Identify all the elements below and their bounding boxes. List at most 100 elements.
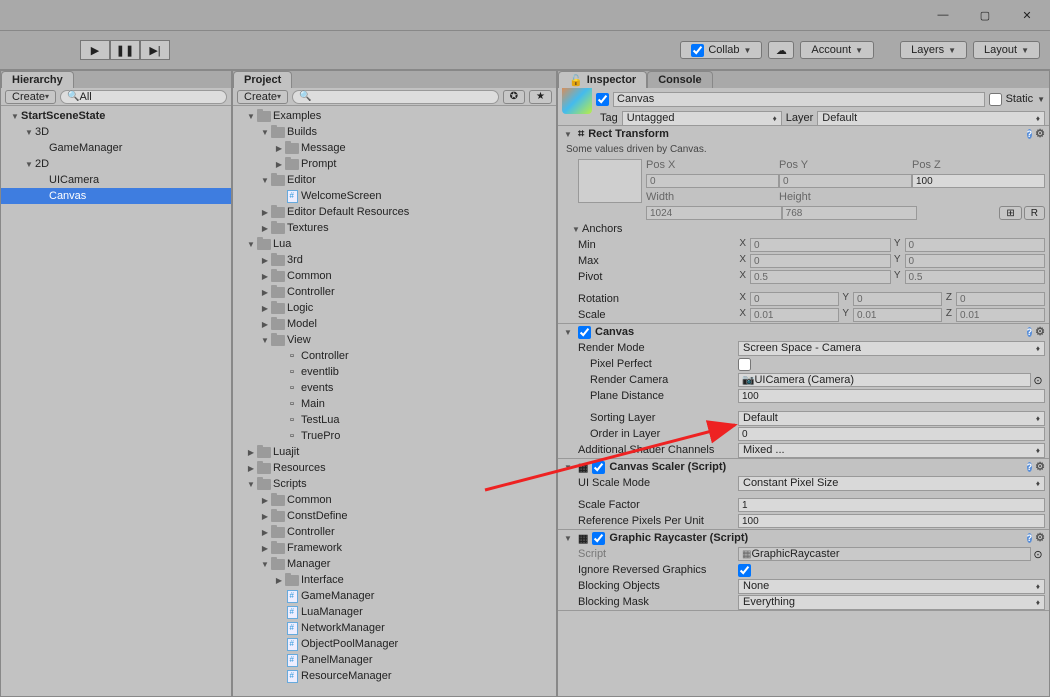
tree-item[interactable]: GameManager bbox=[1, 140, 231, 156]
raycaster-enabled-check[interactable] bbox=[592, 532, 605, 545]
tree-item[interactable]: ▼Editor bbox=[233, 172, 556, 188]
gameobject-active-check[interactable] bbox=[596, 93, 609, 106]
tree-item[interactable]: ▫eventlib bbox=[233, 364, 556, 380]
cloud-button[interactable]: ☁ bbox=[768, 41, 794, 59]
ref-pixels-field[interactable]: 100 bbox=[738, 514, 1045, 528]
account-button[interactable]: Account▼ bbox=[800, 41, 874, 59]
gameobject-name-input[interactable] bbox=[613, 92, 985, 107]
tree-item[interactable]: ▶Common bbox=[233, 268, 556, 284]
tree-item[interactable]: ▶Textures bbox=[233, 220, 556, 236]
tree-item[interactable]: ▼Examples bbox=[233, 108, 556, 124]
tree-item[interactable]: ▶Luajit bbox=[233, 444, 556, 460]
scaler-header[interactable]: ▼▦Canvas Scaler (Script)? ⚙ bbox=[558, 459, 1049, 475]
object-picker-icon[interactable]: ⊙ bbox=[1031, 374, 1045, 387]
collab-check[interactable] bbox=[691, 44, 704, 57]
tree-item[interactable]: ▶Logic bbox=[233, 300, 556, 316]
collab-button[interactable]: Collab▼ bbox=[680, 41, 762, 59]
blocking-objects-dropdown[interactable]: None♦ bbox=[738, 579, 1045, 594]
tab-inspector[interactable]: 🔓 Inspector bbox=[558, 71, 647, 88]
tree-item[interactable]: ▶Model bbox=[233, 316, 556, 332]
static-check[interactable] bbox=[989, 93, 1002, 106]
tree-item[interactable]: ▶ConstDefine bbox=[233, 508, 556, 524]
tree-item[interactable]: ▫TruePro bbox=[233, 428, 556, 444]
tree-item[interactable]: GameManager bbox=[233, 588, 556, 604]
render-mode-dropdown[interactable]: Screen Space - Camera♦ bbox=[738, 341, 1045, 356]
tree-item[interactable]: ▼StartSceneState bbox=[1, 108, 231, 124]
shader-channels-dropdown[interactable]: Mixed ...♦ bbox=[738, 443, 1045, 458]
anchor-preview[interactable] bbox=[578, 159, 642, 203]
posz-field[interactable]: 100 bbox=[912, 174, 1045, 188]
layer-dropdown[interactable]: Default♦ bbox=[817, 111, 1045, 126]
close-icon[interactable]: ✕ bbox=[1020, 8, 1034, 22]
canvas-enabled-check[interactable] bbox=[578, 326, 591, 339]
tree-item[interactable]: ▶Editor Default Resources bbox=[233, 204, 556, 220]
sorting-layer-dropdown[interactable]: Default♦ bbox=[738, 411, 1045, 426]
tree-item[interactable]: UICamera bbox=[1, 172, 231, 188]
hierarchy-search-input[interactable]: 🔍 All bbox=[60, 90, 227, 104]
layers-button[interactable]: Layers▼ bbox=[900, 41, 967, 59]
project-search-input[interactable]: 🔍 bbox=[292, 90, 499, 104]
play-button[interactable]: ▶ bbox=[80, 40, 110, 60]
object-picker-icon[interactable]: ⊙ bbox=[1031, 548, 1045, 561]
canvas-header[interactable]: ▼Canvas? ⚙ bbox=[558, 324, 1049, 340]
help-icon[interactable]: ? bbox=[1027, 462, 1033, 472]
render-camera-field[interactable]: 📷 UICamera (Camera) bbox=[738, 373, 1031, 387]
project-create-button[interactable]: Create ▾ bbox=[237, 90, 288, 104]
raycaster-header[interactable]: ▼▦Graphic Raycaster (Script)? ⚙ bbox=[558, 530, 1049, 546]
blocking-mask-dropdown[interactable]: Everything♦ bbox=[738, 595, 1045, 610]
blueprint-button[interactable]: ⊞ bbox=[999, 206, 1021, 220]
layout-button[interactable]: Layout▼ bbox=[973, 41, 1040, 59]
tree-item[interactable]: ▼View bbox=[233, 332, 556, 348]
help-icon[interactable]: ? bbox=[1027, 129, 1033, 139]
ignore-reversed-check[interactable] bbox=[738, 564, 751, 577]
scaler-enabled-check[interactable] bbox=[592, 461, 605, 474]
tree-item[interactable]: NetworkManager bbox=[233, 620, 556, 636]
tree-item[interactable]: ▶Controller bbox=[233, 284, 556, 300]
project-star-button[interactable]: ★ bbox=[529, 90, 552, 104]
tag-dropdown[interactable]: Untagged♦ bbox=[622, 111, 782, 126]
tree-item[interactable]: ▶Resources bbox=[233, 460, 556, 476]
tree-item[interactable]: Canvas bbox=[1, 188, 231, 204]
tree-item[interactable]: ▶Prompt bbox=[233, 156, 556, 172]
tree-item[interactable]: ▼Lua bbox=[233, 236, 556, 252]
tree-item[interactable]: ▶3rd bbox=[233, 252, 556, 268]
tree-item[interactable]: ▫events bbox=[233, 380, 556, 396]
tree-item[interactable]: ▶Message bbox=[233, 140, 556, 156]
scale-factor-field[interactable]: 1 bbox=[738, 498, 1045, 512]
tree-item[interactable]: ▶Common bbox=[233, 492, 556, 508]
tree-item[interactable]: ▼Builds bbox=[233, 124, 556, 140]
order-field[interactable]: 0 bbox=[738, 427, 1045, 441]
tree-item[interactable]: LuaManager bbox=[233, 604, 556, 620]
tree-item[interactable]: ResourceManager bbox=[233, 668, 556, 684]
tab-console[interactable]: Console bbox=[647, 71, 712, 88]
tree-item[interactable]: ▶Framework bbox=[233, 540, 556, 556]
tree-item[interactable]: ▼Manager bbox=[233, 556, 556, 572]
tab-project[interactable]: Project bbox=[233, 71, 292, 88]
tree-item[interactable]: WelcomeScreen bbox=[233, 188, 556, 204]
minimize-icon[interactable]: — bbox=[936, 8, 950, 22]
tree-item[interactable]: ▼2D bbox=[1, 156, 231, 172]
plane-distance-field[interactable]: 100 bbox=[738, 389, 1045, 403]
maximize-icon[interactable]: ▢ bbox=[978, 8, 992, 22]
project-filter-button[interactable]: ✪ bbox=[503, 90, 525, 104]
tree-item[interactable]: ▫Controller bbox=[233, 348, 556, 364]
hierarchy-create-button[interactable]: Create ▾ bbox=[5, 90, 56, 104]
anchors-label[interactable]: Anchors bbox=[582, 223, 622, 235]
tree-item[interactable]: ▫Main bbox=[233, 396, 556, 412]
tab-hierarchy[interactable]: Hierarchy bbox=[1, 71, 74, 88]
step-button[interactable]: ▶| bbox=[140, 40, 170, 60]
tree-item[interactable]: ▶Controller bbox=[233, 524, 556, 540]
raw-edit-button[interactable]: R bbox=[1024, 206, 1045, 220]
tree-item[interactable]: ▶Interface bbox=[233, 572, 556, 588]
tree-item[interactable]: ▫TestLua bbox=[233, 412, 556, 428]
tree-item[interactable]: ObjectPoolManager bbox=[233, 636, 556, 652]
tree-item[interactable]: ▼3D bbox=[1, 124, 231, 140]
pause-button[interactable]: ❚❚ bbox=[110, 40, 140, 60]
pixel-perfect-check[interactable] bbox=[738, 358, 751, 371]
help-icon[interactable]: ? bbox=[1027, 533, 1033, 543]
rect-transform-header[interactable]: ▼⌗Rect Transform? ⚙ bbox=[558, 126, 1049, 142]
scale-mode-dropdown[interactable]: Constant Pixel Size♦ bbox=[738, 476, 1045, 491]
help-icon[interactable]: ? bbox=[1027, 327, 1033, 337]
tree-item[interactable]: PanelManager bbox=[233, 652, 556, 668]
tree-item[interactable]: ▼Scripts bbox=[233, 476, 556, 492]
